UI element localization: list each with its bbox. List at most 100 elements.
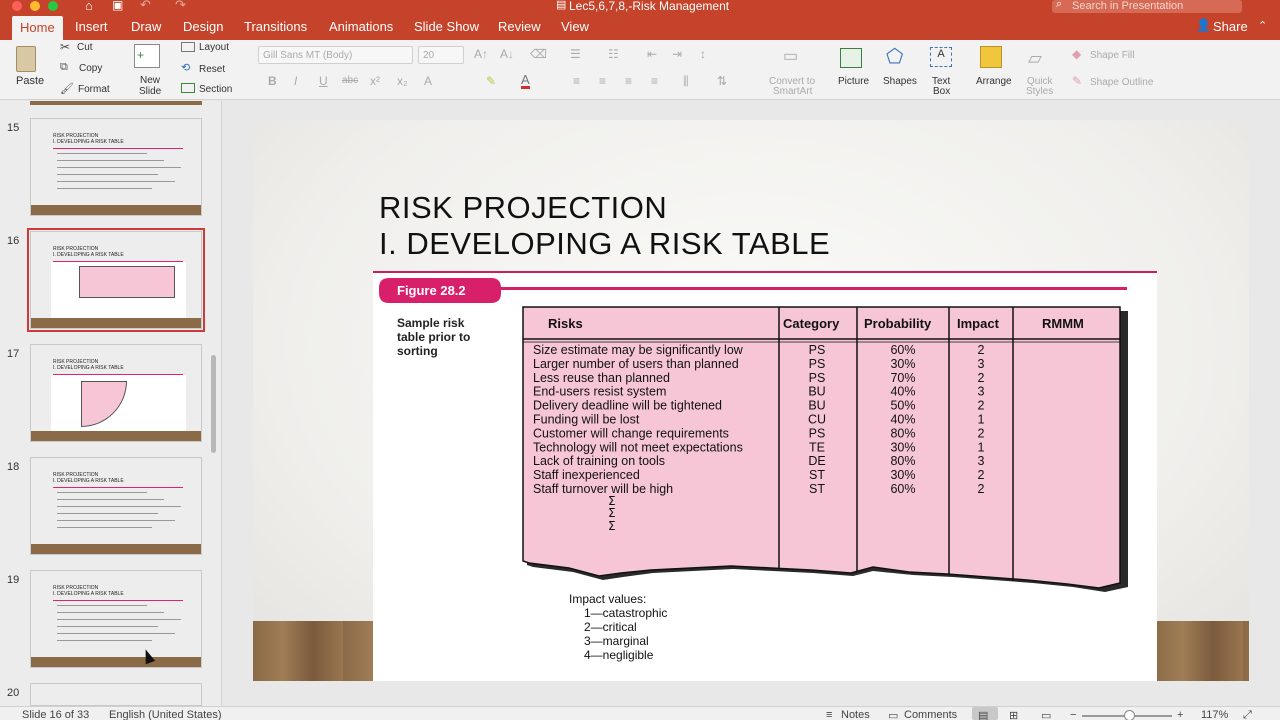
copy-icon[interactable]: ⧉ xyxy=(60,61,68,74)
shape-fill-button[interactable]: Shape Fill xyxy=(1090,50,1134,61)
text-effects-icon[interactable]: A xyxy=(424,74,432,88)
tab-slide-show[interactable]: Slide Show xyxy=(414,19,479,34)
slide-sorter-icon[interactable]: ⊞ xyxy=(1009,709,1018,720)
section-button[interactable]: Section xyxy=(199,84,232,95)
decrease-font-icon[interactable]: A↓ xyxy=(500,47,514,61)
text-box-icon[interactable]: A xyxy=(930,47,952,67)
paste-icon[interactable] xyxy=(16,46,36,72)
paste-label[interactable]: Paste xyxy=(16,75,44,87)
notes-button[interactable]: Notes xyxy=(841,709,870,720)
cut-icon[interactable]: ✂ xyxy=(60,40,70,54)
slide-thumbnail-16[interactable]: RISK PROJECTION I. DEVELOPING A RISK TABL… xyxy=(27,228,205,332)
shape-outline-icon[interactable]: ✎ xyxy=(1072,74,1082,88)
layout-button[interactable]: Layout xyxy=(199,42,229,53)
undo-icon[interactable]: ↶ xyxy=(140,0,151,13)
zoom-level[interactable]: 117% xyxy=(1201,709,1228,720)
save-icon[interactable]: ▣ xyxy=(112,0,123,12)
tab-view[interactable]: View xyxy=(561,19,589,34)
search-box[interactable]: ⌕ Search in Presentation xyxy=(1052,0,1242,13)
tab-animations[interactable]: Animations xyxy=(329,19,393,34)
tab-transitions[interactable]: Transitions xyxy=(244,19,307,34)
redo-icon[interactable]: ↷ xyxy=(175,0,186,13)
panel-scrollbar[interactable] xyxy=(211,355,216,453)
bullets-icon[interactable]: ☰ xyxy=(570,47,581,61)
font-name-dropdown[interactable]: Gill Sans MT (Body) xyxy=(258,46,413,64)
reset-button[interactable]: Reset xyxy=(199,64,225,75)
columns-icon[interactable]: ⫼ xyxy=(683,74,689,89)
maximize-window-button[interactable] xyxy=(48,1,58,11)
tab-insert[interactable]: Insert xyxy=(75,19,108,34)
tab-review[interactable]: Review xyxy=(498,19,541,34)
decrease-indent-icon[interactable]: ⇤ xyxy=(647,47,657,61)
superscript-icon[interactable]: x² xyxy=(370,74,380,88)
slide-thumbnail-19[interactable]: RISK PROJECTION I. DEVELOPING A RISK TABL… xyxy=(30,570,202,668)
slide-title[interactable]: RISK PROJECTION I. DEVELOPING A RISK TAB… xyxy=(379,190,830,262)
slide-thumbnail-17[interactable]: RISK PROJECTION I. DEVELOPING A RISK TABL… xyxy=(30,344,202,442)
slide-thumbnail-15[interactable]: RISK PROJECTION I. DEVELOPING A RISK TABL… xyxy=(30,118,202,216)
slide-thumb-14-bottom[interactable] xyxy=(30,101,202,105)
comments-icon[interactable]: ▭ xyxy=(888,709,898,720)
subscript-icon[interactable]: x₂ xyxy=(397,74,408,88)
new-slide-label[interactable]: New xyxy=(140,75,160,86)
bold-icon[interactable]: B xyxy=(268,74,277,88)
align-left-icon[interactable]: ≡ xyxy=(573,74,580,88)
strikethrough-icon[interactable]: abc xyxy=(342,75,358,86)
picture-icon[interactable] xyxy=(840,48,862,68)
minimize-window-button[interactable] xyxy=(30,1,40,11)
zoom-slider-thumb[interactable] xyxy=(1124,710,1135,720)
format-painter-button[interactable]: Format xyxy=(78,84,110,95)
convert-smartart-label-2[interactable]: SmartArt xyxy=(773,86,812,97)
section-icon[interactable] xyxy=(181,83,195,93)
notes-icon[interactable]: ≡ xyxy=(826,709,832,720)
align-center-icon[interactable]: ≡ xyxy=(599,74,606,88)
highlight-icon[interactable]: ✎ xyxy=(486,74,496,88)
format-painter-icon[interactable]: 🖌 xyxy=(60,82,74,95)
current-slide[interactable]: RISK PROJECTION I. DEVELOPING A RISK TAB… xyxy=(253,120,1249,681)
risk-table-figure[interactable]: Figure 28.2 Sample risk table prior to s… xyxy=(373,271,1157,681)
share-button[interactable]: Share xyxy=(1213,19,1248,34)
language-indicator[interactable]: English (United States) xyxy=(109,709,222,720)
numbering-icon[interactable]: ☷ xyxy=(608,47,619,61)
font-size-dropdown[interactable]: 20 xyxy=(418,46,464,64)
underline-icon[interactable]: U xyxy=(319,74,328,88)
tab-design[interactable]: Design xyxy=(183,19,223,34)
clear-format-icon[interactable]: ⌫ xyxy=(530,47,547,61)
zoom-in-icon[interactable]: + xyxy=(1177,709,1183,720)
copy-button[interactable]: Copy xyxy=(79,63,102,74)
shape-fill-icon[interactable]: ◆ xyxy=(1072,47,1081,61)
tab-home[interactable]: Home xyxy=(12,16,63,40)
text-box-button-2[interactable]: Box xyxy=(933,86,950,97)
increase-indent-icon[interactable]: ⇥ xyxy=(672,47,682,61)
layout-icon[interactable] xyxy=(181,42,195,52)
smartart-icon[interactable]: ▭ xyxy=(783,46,798,66)
slide-thumbnail-18[interactable]: RISK PROJECTION I. DEVELOPING A RISK TABL… xyxy=(30,457,202,555)
zoom-out-icon[interactable]: − xyxy=(1070,709,1076,720)
shape-outline-button[interactable]: Shape Outline xyxy=(1090,77,1153,88)
slide-thumbnail-20[interactable] xyxy=(30,683,202,706)
justify-icon[interactable]: ≡ xyxy=(651,74,658,88)
picture-button[interactable]: Picture xyxy=(838,76,869,87)
new-slide-icon[interactable]: + xyxy=(134,44,160,68)
quick-styles-label-2[interactable]: Styles xyxy=(1026,86,1053,97)
cut-button[interactable]: Cut xyxy=(77,42,93,53)
collapse-ribbon-icon[interactable]: ⌃ xyxy=(1258,19,1267,32)
quick-styles-icon[interactable]: ▱ xyxy=(1028,48,1042,69)
increase-font-icon[interactable]: A↑ xyxy=(474,47,488,61)
shapes-icon[interactable]: ⬠ xyxy=(886,44,903,69)
comments-button[interactable]: Comments xyxy=(904,709,957,720)
tab-draw[interactable]: Draw xyxy=(131,19,161,34)
align-right-icon[interactable]: ≡ xyxy=(625,74,632,88)
text-direction-icon[interactable]: ⇅ xyxy=(717,74,727,88)
reset-icon[interactable]: ⟲ xyxy=(181,61,190,74)
shapes-button[interactable]: Shapes xyxy=(883,76,917,87)
fit-slide-icon[interactable]: ⤢ xyxy=(1243,709,1252,720)
arrange-button[interactable]: Arrange xyxy=(976,76,1012,87)
font-color-icon[interactable]: A xyxy=(521,73,530,89)
arrange-icon[interactable] xyxy=(980,46,1002,68)
line-spacing-icon[interactable]: ↕ xyxy=(700,47,706,61)
new-slide-label-2[interactable]: Slide xyxy=(139,86,161,97)
close-window-button[interactable] xyxy=(12,1,22,11)
home-icon[interactable]: ⌂ xyxy=(85,0,93,13)
reading-view-icon[interactable]: ▭ xyxy=(1041,709,1051,720)
italic-icon[interactable]: I xyxy=(294,74,297,88)
